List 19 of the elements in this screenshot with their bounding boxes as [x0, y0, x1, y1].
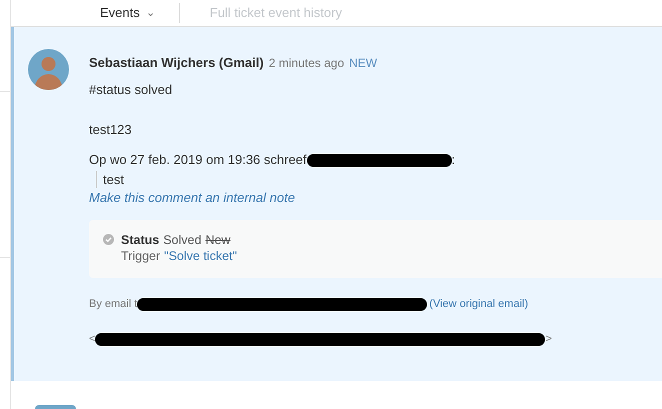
- text: :: [452, 151, 456, 170]
- view-email-link[interactable]: (View original email): [429, 296, 528, 313]
- trigger-label: Trigger: [121, 248, 160, 264]
- comment-text: test123: [89, 120, 133, 138]
- new-value: Solved: [163, 232, 202, 248]
- quoted-text: test: [96, 170, 662, 188]
- trigger-link[interactable]: "Solve ticket": [164, 248, 237, 264]
- timestamp: 2 minutes ago: [268, 55, 344, 72]
- text: <: [89, 332, 96, 348]
- events-dropdown[interactable]: Events ⌄: [100, 3, 155, 23]
- comment-text: #status solved: [89, 80, 174, 98]
- internal-note-link[interactable]: Make this comment an internal note: [89, 188, 662, 206]
- author-name: Sebastiaan Wijchers (Gmail): [89, 54, 264, 72]
- text: >: [545, 332, 552, 348]
- field-name: Status: [121, 232, 160, 248]
- text: By email t: [89, 297, 138, 312]
- old-value: New: [205, 232, 230, 248]
- text: Op wo 27 feb. 2019 om 19:36 schreef: [89, 151, 307, 170]
- new-label: NEW: [349, 55, 378, 72]
